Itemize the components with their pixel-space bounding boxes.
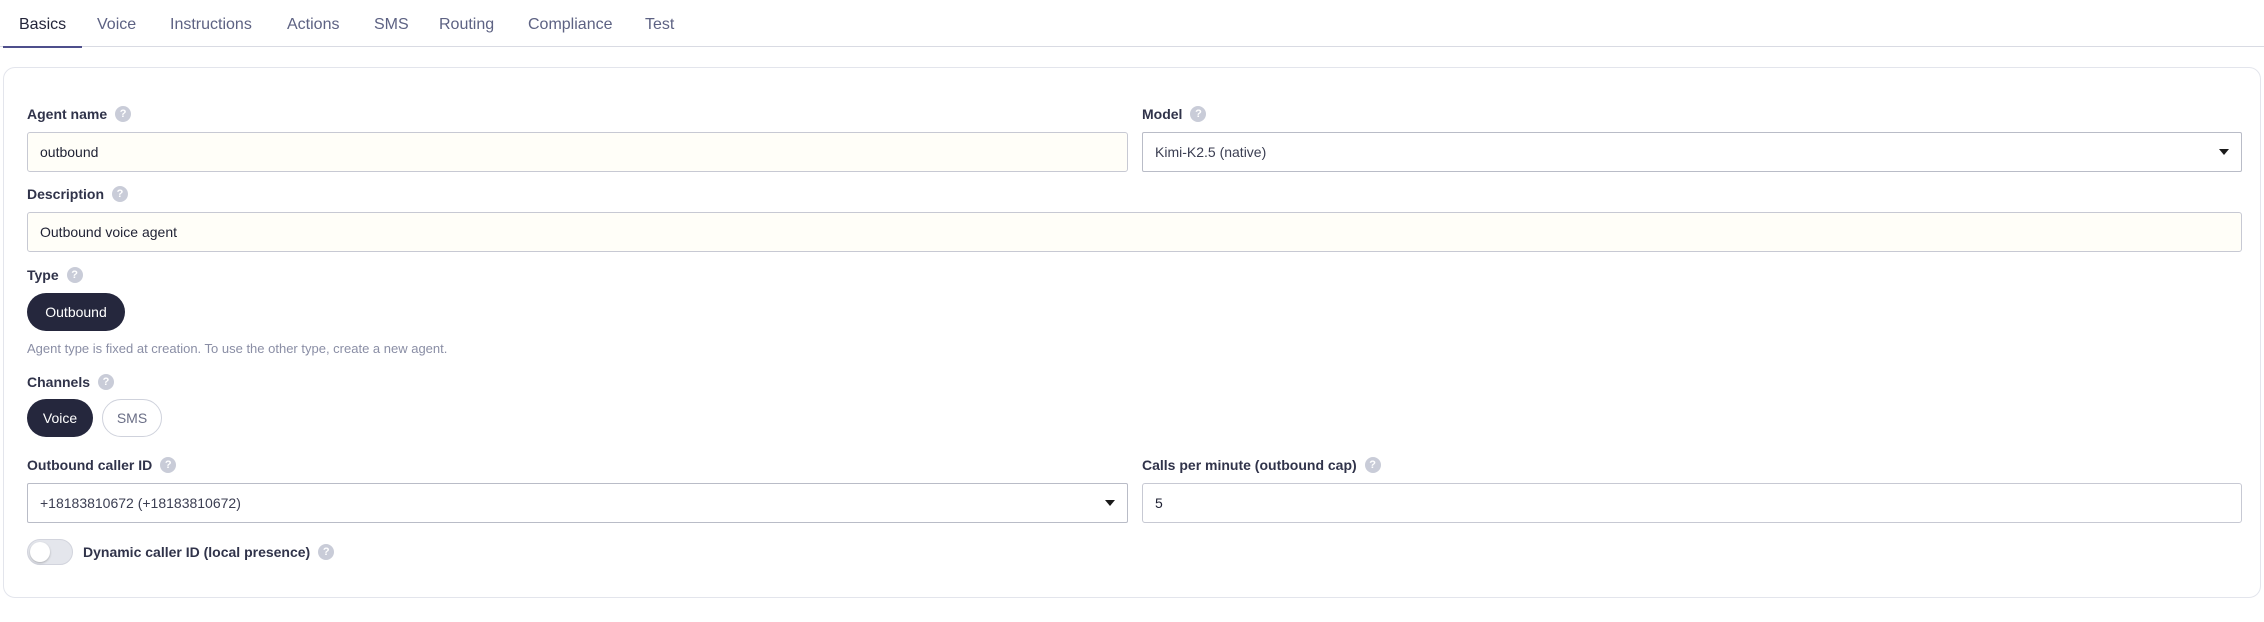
type-label: Type ?: [27, 267, 83, 283]
tab-instructions[interactable]: Instructions: [170, 0, 252, 47]
type-hint: Agent type is fixed at creation. To use …: [27, 341, 448, 356]
model-label-text: Model: [1142, 106, 1183, 122]
question-mark-icon[interactable]: ?: [115, 106, 132, 122]
calls-per-minute-label-text: Calls per minute (outbound cap): [1142, 457, 1357, 473]
caller-id-select-value: +18183810672 (+18183810672): [40, 495, 241, 511]
caller-id-label-text: Outbound caller ID: [27, 457, 153, 473]
tab-basics[interactable]: Basics: [2, 0, 83, 48]
dynamic-caller-id-label-text: Dynamic caller ID (local presence): [83, 544, 311, 560]
description-label: Description ?: [27, 186, 129, 202]
agent-name-label: Agent name ?: [27, 106, 132, 122]
tab-voice[interactable]: Voice: [97, 0, 136, 47]
description-input[interactable]: [27, 212, 2242, 252]
agent-name-label-text: Agent name: [27, 106, 108, 122]
caller-id-label: Outbound caller ID ?: [27, 457, 177, 473]
channels-label: Channels ?: [27, 374, 115, 390]
question-mark-icon[interactable]: ?: [1364, 457, 1381, 473]
question-mark-icon[interactable]: ?: [112, 186, 129, 202]
channel-voice-pill[interactable]: Voice: [27, 399, 93, 437]
caret-down-icon: [1105, 500, 1115, 506]
tab-routing[interactable]: Routing: [439, 0, 494, 47]
question-mark-icon[interactable]: ?: [1190, 106, 1207, 122]
type-label-text: Type: [27, 267, 59, 283]
question-mark-icon[interactable]: ?: [318, 544, 335, 560]
model-select[interactable]: Kimi-K2.5 (native): [1142, 132, 2242, 172]
tab-compliance[interactable]: Compliance: [528, 0, 612, 47]
description-label-text: Description: [27, 186, 105, 202]
question-mark-icon[interactable]: ?: [160, 457, 177, 473]
tab-bar: Basics Voice Instructions Actions SMS Ro…: [0, 0, 2264, 48]
question-mark-icon[interactable]: ?: [98, 374, 115, 390]
tab-actions[interactable]: Actions: [287, 0, 339, 47]
dynamic-caller-id-label: Dynamic caller ID (local presence) ?: [83, 544, 335, 560]
agent-name-input[interactable]: [27, 132, 1128, 172]
toggle-knob: [30, 542, 50, 562]
model-label: Model ?: [1142, 106, 1207, 122]
caller-id-select[interactable]: +18183810672 (+18183810672): [27, 483, 1128, 523]
calls-per-minute-input[interactable]: [1142, 483, 2242, 523]
calls-per-minute-label: Calls per minute (outbound cap) ?: [1142, 457, 1381, 473]
question-mark-icon[interactable]: ?: [66, 267, 83, 283]
type-outbound-pill[interactable]: Outbound: [27, 293, 125, 331]
tab-test[interactable]: Test: [645, 0, 674, 47]
caret-down-icon: [2219, 149, 2229, 155]
channel-sms-pill[interactable]: SMS: [102, 399, 162, 437]
channels-label-text: Channels: [27, 374, 91, 390]
model-select-value: Kimi-K2.5 (native): [1155, 144, 1267, 160]
dynamic-caller-id-toggle[interactable]: [27, 539, 73, 565]
basics-card: Agent name ? Model ? Kimi-K2.5 (native) …: [3, 67, 2261, 598]
tab-sms[interactable]: SMS: [374, 0, 409, 47]
